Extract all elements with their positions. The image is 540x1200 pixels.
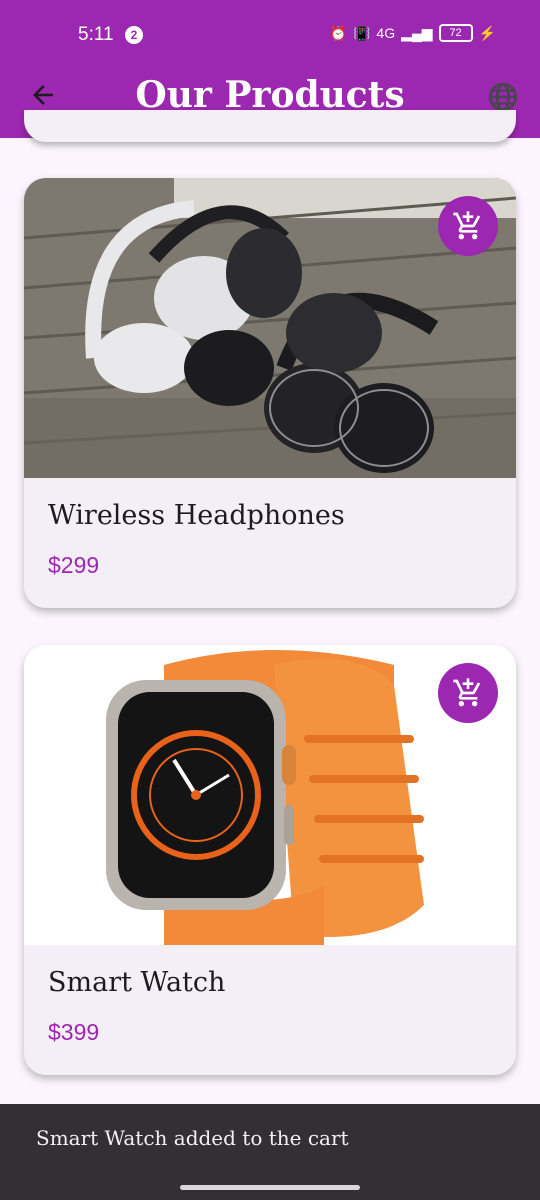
product-name: Smart Watch bbox=[48, 967, 226, 998]
globe-icon[interactable] bbox=[486, 80, 520, 114]
status-time: 5:11 bbox=[78, 24, 114, 45]
charging-icon: ⚡ bbox=[478, 24, 496, 41]
notification-count-badge: 2 bbox=[125, 26, 143, 44]
status-icons: ⏰ 📳 4G ▂▄▆ 72 ⚡ bbox=[330, 24, 496, 42]
network-label: 4G bbox=[376, 25, 396, 41]
add-shopping-cart-icon bbox=[453, 678, 481, 707]
signal-icon: ▂▄▆ bbox=[401, 24, 433, 41]
product-price: $399 bbox=[48, 1019, 100, 1045]
product-card[interactable]: Smart Watch $399 bbox=[24, 645, 516, 1075]
add-to-cart-button[interactable] bbox=[438, 663, 498, 723]
add-to-cart-button[interactable] bbox=[438, 196, 498, 256]
alarm-icon: ⏰ bbox=[329, 24, 347, 41]
product-price: $299 bbox=[48, 552, 100, 578]
add-shopping-cart-icon bbox=[453, 211, 481, 240]
vibrate-icon: 📳 bbox=[352, 24, 371, 41]
product-card[interactable]: Wireless Headphones $299 bbox=[24, 178, 516, 608]
gesture-nav-handle[interactable] bbox=[180, 1185, 360, 1190]
snackbar-message: Smart Watch added to the cart bbox=[36, 1126, 349, 1150]
product-name: Wireless Headphones bbox=[48, 500, 345, 531]
previous-product-card-edge bbox=[24, 110, 516, 142]
battery-level: 72 bbox=[438, 24, 473, 42]
